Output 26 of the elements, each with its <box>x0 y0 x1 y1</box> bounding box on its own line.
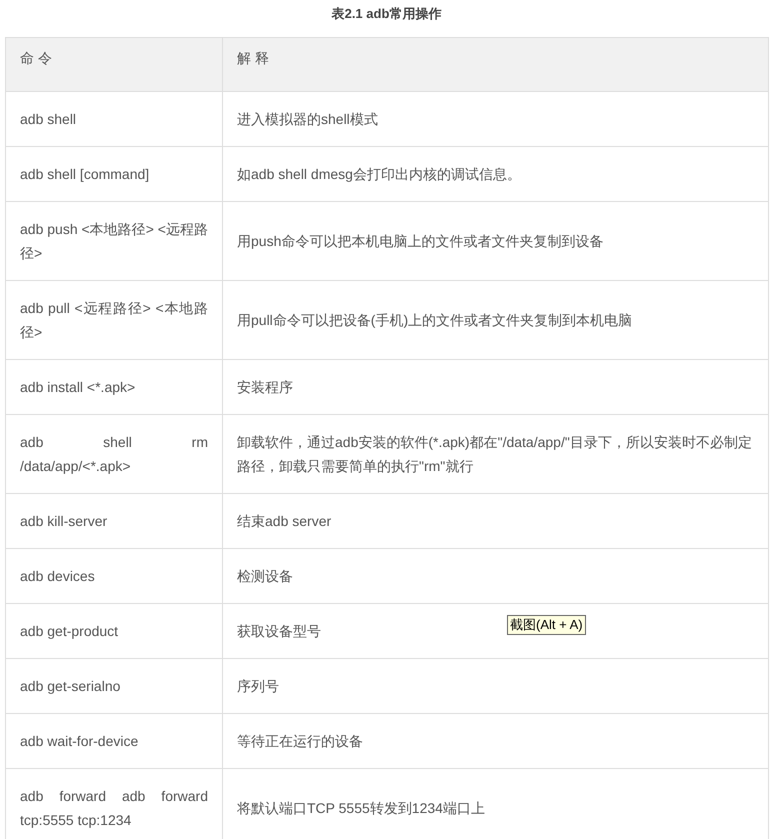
table-cell: adb push <本地路径> <远程路径> <box>6 202 222 280</box>
table-cell: adb shell <box>6 92 222 146</box>
table-caption: 表2.1 adb常用操作 <box>332 5 442 23</box>
table-cell: 如adb shell dmesg会打印出内核的调试信息。 <box>222 146 768 202</box>
table-cell: adb wait-for-device <box>6 714 222 768</box>
column-header: 命 令 <box>6 38 222 92</box>
table-cell: adb shell rm /data/app/<*.apk> <box>6 414 222 494</box>
table-cell: 进入模拟器的shell模式 <box>222 92 768 146</box>
tooltip: 截图(Alt + A) <box>507 615 586 635</box>
column-header: 解 释 <box>222 38 768 92</box>
table-cell: adb shell [command] <box>6 146 222 202</box>
table-cell: adb forward adb forward tcp:5555 tcp:1234 <box>6 768 222 839</box>
table-cell: 用push命令可以把本机电脑上的文件或者文件夹复制到设备 <box>222 202 768 280</box>
table-cell: 序列号 <box>222 658 768 714</box>
table-cell: adb kill-server <box>6 494 222 548</box>
table-cell: adb get-serialno <box>6 658 222 714</box>
table-cell: adb pull <远程路径> <本地路径> <box>6 280 222 360</box>
table-cell: adb install <*.apk> <box>6 360 222 414</box>
table-cell: 安装程序 <box>222 360 768 414</box>
table-cell: 检测设备 <box>222 548 768 604</box>
table-cell: 卸载软件，通过adb安装的软件(*.apk)都在"/data/app/"目录下，所以安装时不必制定路径，卸载只需要简单的执行"rm"就行 <box>222 414 768 494</box>
table-cell: adb get-product <box>6 604 222 658</box>
table-cell: adb devices <box>6 548 222 604</box>
table-cell: 用pull命令可以把设备(手机)上的文件或者文件夹复制到本机电脑 <box>222 280 768 360</box>
table-cell: 等待正在运行的设备 <box>222 714 768 768</box>
table-cell: 结束adb server <box>222 494 768 548</box>
